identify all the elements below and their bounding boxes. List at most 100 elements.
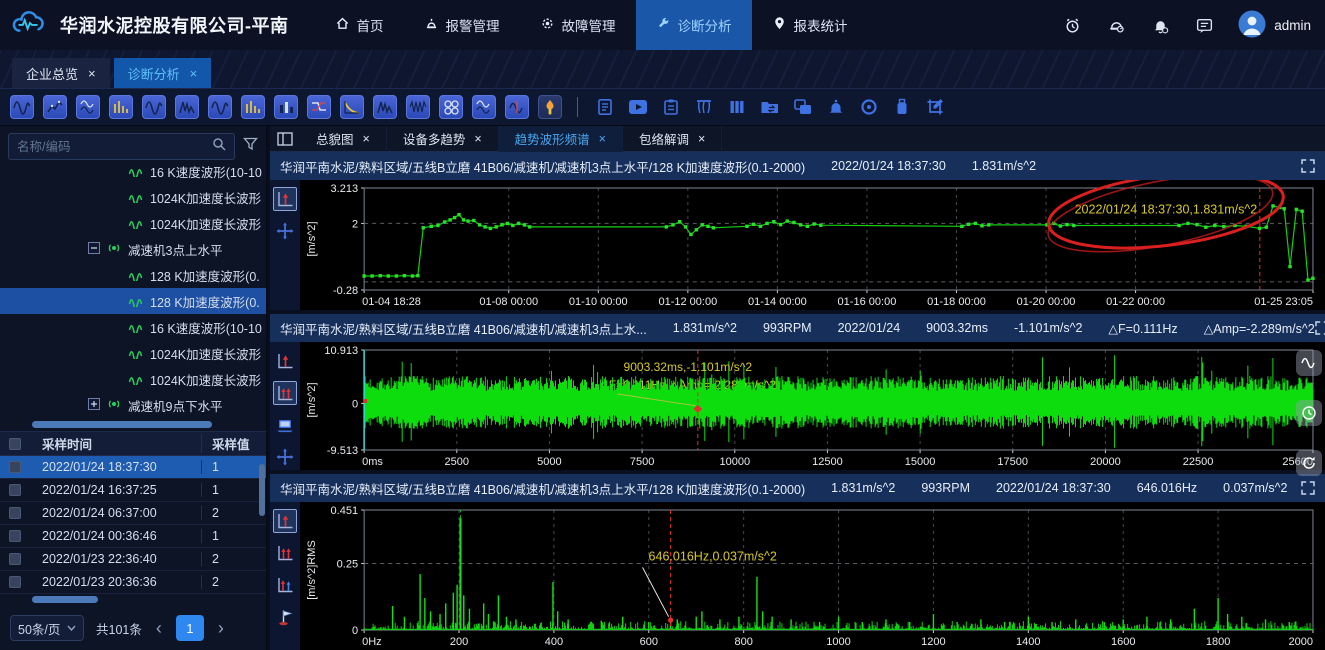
triple-sine-icon[interactable]: [208, 95, 232, 119]
tree-leaf[interactable]: 128 K加速度波形(0.: [0, 262, 266, 288]
tree-leaf[interactable]: 16 K速度波形(10-10: [0, 314, 266, 340]
nav-item-report[interactable]: 报表统计: [752, 0, 868, 50]
search-icon[interactable]: [212, 137, 226, 156]
window-tab-0[interactable]: 企业总览×: [12, 58, 110, 88]
trend-line-icon[interactable]: [43, 95, 67, 119]
close-icon[interactable]: ×: [599, 132, 606, 146]
table-row[interactable]: 2022/01/24 18:37:30 1: [0, 456, 266, 479]
tree-leaf[interactable]: 1024K加速度长波形: [0, 210, 266, 236]
chart-tab-2[interactable]: 趋势波形频谱×: [499, 126, 623, 152]
nav-item-alarm[interactable]: 报警管理: [404, 0, 520, 50]
marked-wave-icon[interactable]: [505, 95, 529, 119]
tree-node[interactable]: 减速机9点中水平: [0, 418, 266, 419]
table-row[interactable]: 2022/01/23 20:36:36 2: [0, 571, 266, 594]
report-doc-icon[interactable]: [593, 95, 617, 119]
freq-analysis-icon[interactable]: [373, 95, 397, 119]
bar-chart-icon[interactable]: [274, 95, 298, 119]
fullscreen-icon[interactable]: [1315, 321, 1325, 335]
spectrum-bars-icon[interactable]: [109, 95, 133, 119]
flag-icon[interactable]: [273, 605, 297, 629]
prev-page-button[interactable]: ‹: [154, 619, 164, 637]
crop-edit-icon[interactable]: [923, 95, 947, 119]
trend-chart[interactable]: 01-04 18:2801-08 00:0001-10 00:0001-12 0…: [300, 180, 1325, 310]
nav-item-diagnosis[interactable]: 诊断分析: [636, 0, 752, 50]
window-tab-1[interactable]: 诊断分析×: [114, 58, 212, 88]
current-page-button[interactable]: 1: [176, 615, 204, 641]
play-video-icon[interactable]: [626, 95, 650, 119]
filter-icon[interactable]: [243, 137, 258, 156]
long-wave-icon[interactable]: [406, 95, 430, 119]
nav-item-fault[interactable]: 故障管理: [520, 0, 636, 50]
row-checkbox[interactable]: [0, 576, 30, 588]
close-icon[interactable]: ×: [474, 132, 481, 146]
single-cursor-icon[interactable]: [273, 187, 297, 211]
collapse-panel-icon[interactable]: [270, 126, 300, 152]
table-hscrollbar[interactable]: [6, 595, 260, 604]
clipboard-icon[interactable]: [659, 95, 683, 119]
chart-tab-3[interactable]: 包络解调×: [623, 126, 722, 152]
nav-item-home[interactable]: 首页: [315, 0, 404, 50]
target-circle-icon[interactable]: [857, 95, 881, 119]
table-vscrollbar[interactable]: [259, 464, 265, 516]
history-button[interactable]: [1296, 400, 1322, 426]
chart-tab-0[interactable]: 总貌图×: [300, 126, 387, 152]
waveform-button[interactable]: [1296, 350, 1322, 376]
cascade-icon[interactable]: [76, 95, 100, 119]
alarm-bell-icon[interactable]: [824, 95, 848, 119]
user-box[interactable]: admin: [1238, 10, 1311, 41]
alarm-clock-icon[interactable]: [1062, 15, 1082, 35]
tree-node[interactable]: 减速机3点上水平: [0, 236, 266, 262]
row-checkbox[interactable]: [0, 507, 30, 519]
peak-wave-icon[interactable]: [175, 95, 199, 119]
notification-bell-icon[interactable]: [1150, 15, 1170, 35]
single-cursor-icon[interactable]: [273, 349, 297, 373]
am-wave-icon[interactable]: [10, 95, 34, 119]
next-page-button[interactable]: ›: [216, 619, 226, 637]
message-icon[interactable]: [1194, 15, 1214, 35]
collapse-box-icon[interactable]: [88, 242, 100, 257]
folder-transfer-icon[interactable]: [758, 95, 782, 119]
close-icon[interactable]: ×: [698, 132, 705, 146]
waveform-chart[interactable]: 0ms2500500075001000012500150001750020000…: [300, 342, 1325, 470]
row-checkbox[interactable]: [0, 553, 30, 565]
close-icon[interactable]: ×: [190, 66, 198, 81]
row-checkbox[interactable]: [0, 461, 30, 473]
table-row[interactable]: 2022/01/23 22:36:40 2: [0, 548, 266, 571]
fullscreen-icon[interactable]: [1301, 159, 1315, 173]
double-cursor-icon[interactable]: [273, 381, 297, 405]
page-size-select[interactable]: 50条/页: [10, 615, 84, 641]
row-checkbox[interactable]: [0, 484, 30, 496]
pan-icon[interactable]: [273, 219, 297, 243]
tree-node[interactable]: 减速机9点下水平: [0, 392, 266, 418]
tree-leaf[interactable]: 128 K加速度波形(0.: [0, 288, 266, 314]
row-checkbox[interactable]: [0, 530, 30, 542]
tree-leaf[interactable]: 1024K加速度长波形: [0, 184, 266, 210]
spectrum-chart[interactable]: 0Hz2004006008001000120014001600180020000…: [300, 502, 1325, 650]
copy-settings-icon[interactable]: [791, 95, 815, 119]
columns-icon[interactable]: [725, 95, 749, 119]
pan-icon[interactable]: [273, 445, 297, 469]
alarm-gauge-icon[interactable]: [1106, 15, 1126, 35]
close-icon[interactable]: ×: [363, 132, 370, 146]
table-row[interactable]: 2022/01/24 16:37:25 1: [0, 479, 266, 502]
double-sine-icon[interactable]: [142, 95, 166, 119]
search-input[interactable]: [17, 140, 206, 154]
double-cursor-icon[interactable]: [273, 541, 297, 565]
chart-tab-1[interactable]: 设备多趋势×: [387, 126, 499, 152]
fullscreen-icon[interactable]: [1301, 481, 1315, 495]
expand-box-icon[interactable]: [88, 398, 100, 413]
quad-circles-icon[interactable]: [439, 95, 463, 119]
close-icon[interactable]: ×: [88, 66, 96, 81]
bode-plot-icon[interactable]: [307, 95, 331, 119]
table-row[interactable]: 2022/01/24 06:37:00 2: [0, 502, 266, 525]
multi-wave-icon[interactable]: [472, 95, 496, 119]
usb-device-icon[interactable]: [890, 95, 914, 119]
table-row[interactable]: 2022/01/24 00:36:46 1: [0, 525, 266, 548]
screen-icon[interactable]: [273, 413, 297, 437]
refresh-button[interactable]: [1296, 450, 1322, 476]
tree-leaf[interactable]: 1024K加速度长波形: [0, 340, 266, 366]
decay-curve-icon[interactable]: [340, 95, 364, 119]
tree-leaf[interactable]: 1024K加速度长波形: [0, 366, 266, 392]
torch-icon[interactable]: [538, 95, 562, 119]
decay-hist-icon[interactable]: [241, 95, 265, 119]
